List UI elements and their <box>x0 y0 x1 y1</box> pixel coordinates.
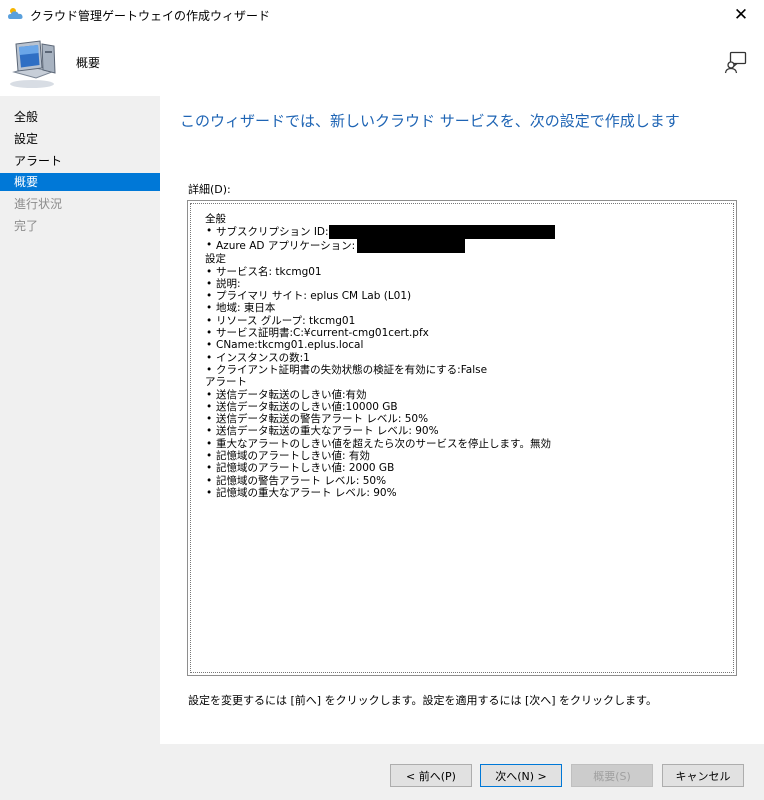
step-settings[interactable]: 設定 <box>0 130 160 148</box>
detail-alert-item: 重大なアラートのしきい値を超えたら次のサービスを停止します。無効 <box>205 438 733 451</box>
detail-alert-item: 送信データ転送の重大なアラート レベル: 90% <box>205 425 733 438</box>
detail-alert-item: 送信データ転送のしきい値:10000 GB <box>205 401 733 414</box>
detail-alert-item: 送信データ転送の警告アラート レベル: 50% <box>205 413 733 426</box>
summary-button: 概要(S) <box>571 764 653 787</box>
step-alerts[interactable]: アラート <box>0 152 160 170</box>
details-content: 全般 サブスクリプション ID: Azure AD アプリケーション: 設定 サ… <box>190 203 734 673</box>
computer-icon <box>10 40 56 88</box>
detail-setting-item: クライアント証明書の失効状態の検証を有効にする:False <box>205 364 733 377</box>
page-heading: このウィザードでは、新しいクラウド サービスを、次の設定で作成します <box>180 112 680 130</box>
detail-alert-item: 記憶域の重大なアラート レベル: 90% <box>205 487 733 500</box>
button-bar: < 前へ(P) 次へ(N) > 概要(S) キャンセル <box>0 744 764 800</box>
step-summary[interactable]: 概要 <box>0 173 160 191</box>
redacted-subscription-id <box>328 225 555 240</box>
detail-setting-item: インスタンスの数:1 <box>205 352 733 365</box>
detail-setting-item: 説明: <box>205 278 733 291</box>
detail-setting-item: プライマリ サイト: eplus CM Lab (L01) <box>205 290 733 303</box>
section-settings-title: 設定 <box>205 253 226 266</box>
details-textbox[interactable]: 全般 サブスクリプション ID: Azure AD アプリケーション: 設定 サ… <box>187 200 737 676</box>
title-bar: クラウド管理ゲートウェイの作成ウィザード ✕ <box>0 0 764 30</box>
detail-alert-item: 記憶域の警告アラート レベル: 50% <box>205 475 733 488</box>
details-label: 詳細(D): <box>188 183 231 196</box>
step-progress: 進行状況 <box>14 197 63 211</box>
page-name: 概要 <box>76 56 101 70</box>
detail-setting-item: CName:tkcmg01.eplus.local <box>205 339 733 352</box>
step-completion: 完了 <box>14 219 39 233</box>
detail-setting-item: 地域: 東日本 <box>205 302 733 315</box>
window-title: クラウド管理ゲートウェイの作成ウィザード <box>30 9 271 23</box>
cancel-button[interactable]: キャンセル <box>662 764 744 787</box>
wizard-header: 概要 <box>0 30 764 96</box>
detail-subscription-id: サブスクリプション ID: <box>205 225 733 240</box>
help-icon[interactable] <box>724 50 748 74</box>
detail-setting-item: サービス証明書:C:¥current-cmg01cert.pfx <box>205 327 733 340</box>
detail-alert-item: 送信データ転送のしきい値:有効 <box>205 389 733 402</box>
detail-alert-item: 記憶域のアラートしきい値: 有効 <box>205 450 733 463</box>
step-general[interactable]: 全般 <box>0 108 160 126</box>
cloud-app-icon <box>8 8 23 19</box>
close-icon: ✕ <box>733 5 749 25</box>
wizard-steps-sidebar: 全般 設定 アラート 概要 進行状況 完了 <box>0 96 160 800</box>
detail-setting-item: リソース グループ: tkcmg01 <box>205 315 733 328</box>
instructions-text: 設定を変更するには [前へ] をクリックします。設定を適用するには [次へ] を… <box>188 694 657 707</box>
close-button[interactable]: ✕ <box>718 0 764 30</box>
main-content: このウィザードでは、新しいクラウド サービスを、次の設定で作成します 詳細(D)… <box>160 96 764 744</box>
back-button[interactable]: < 前へ(P) <box>390 764 472 787</box>
detail-azure-ad-app: Azure AD アプリケーション: <box>205 239 733 254</box>
redacted-azure-ad-app <box>357 239 466 254</box>
section-general-title: 全般 <box>205 213 226 225</box>
section-alerts-title: アラート <box>205 376 247 389</box>
detail-alert-item: 記憶域のアラートしきい値: 2000 GB <box>205 462 733 475</box>
next-button[interactable]: 次へ(N) > <box>480 764 562 787</box>
detail-setting-item: サービス名: tkcmg01 <box>205 266 733 279</box>
